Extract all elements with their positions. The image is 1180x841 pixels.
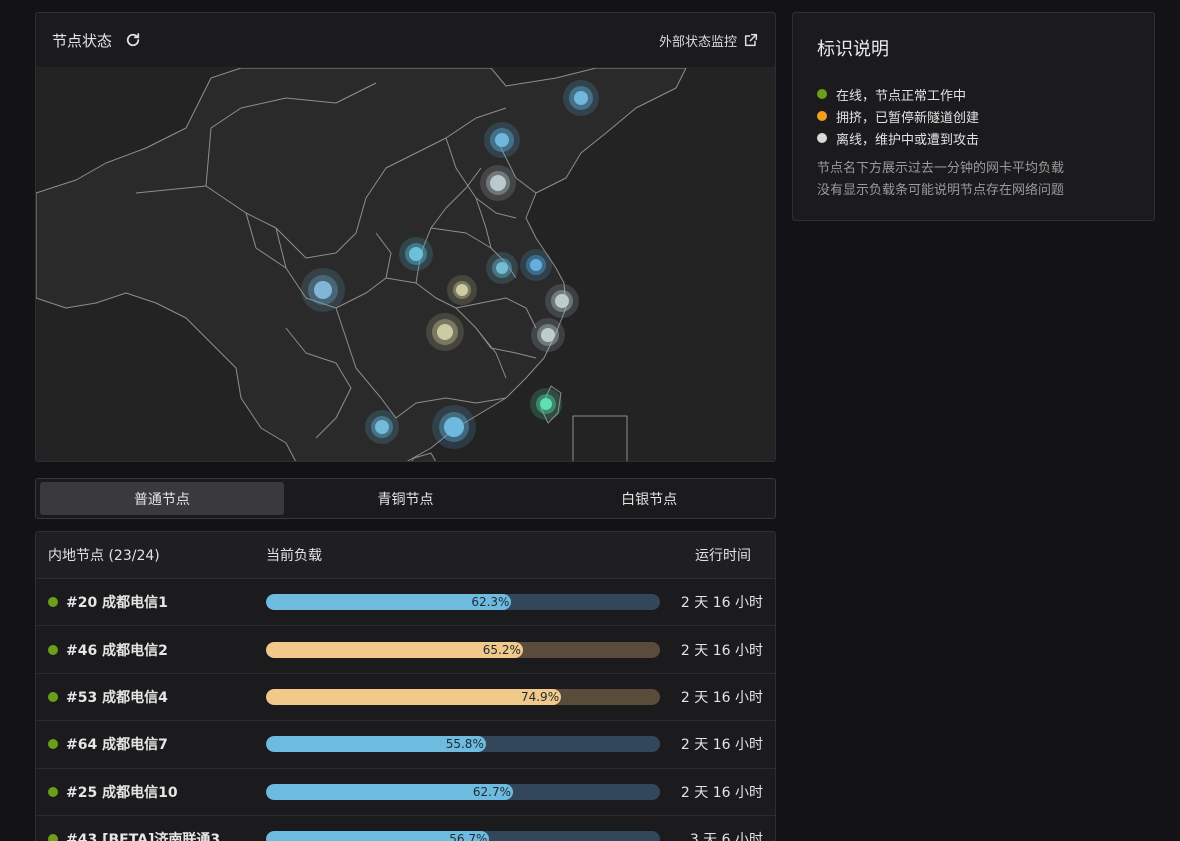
uptime-cell: 2 天 16 小时	[680, 642, 763, 659]
load-bar-fill	[266, 688, 562, 705]
status-dot-icon	[48, 834, 58, 841]
node-status-panel: 节点状态 外部状态监控	[35, 12, 776, 462]
load-value: 65.2%	[482, 642, 521, 657]
load-cell: 62.7%	[254, 783, 660, 800]
offline-dot-icon	[817, 133, 827, 143]
load-cell: 74.9%	[254, 688, 660, 705]
load-bar: 62.3%	[266, 594, 660, 611]
legend-title: 标识说明	[817, 39, 889, 60]
load-bar: 74.9%	[266, 688, 660, 705]
congested-dot-icon	[817, 111, 827, 121]
node-name: #53 成都电信4	[66, 689, 168, 706]
load-bar: 56.7%	[266, 831, 660, 841]
node-name: #46 成都电信2	[66, 642, 168, 659]
uptime-cell: 2 天 16 小时	[680, 595, 763, 612]
load-cell: 62.3%	[254, 594, 660, 611]
legend-congested: 拥挤，已暂停新隧道创建	[817, 105, 1130, 127]
load-value: 55.8%	[445, 737, 484, 752]
status-dot-icon	[48, 691, 58, 702]
node-name-cell: #25 成都电信10	[36, 782, 254, 802]
table-row[interactable]: #53 成都电信4 74.9% 2 天 16 小时	[36, 674, 775, 722]
page: 节点状态 外部状态监控 普通节点 青铜节点 白银节点 内地节点 (23/24) …	[0, 0, 1180, 841]
node-name: #64 成都电信7	[66, 737, 168, 754]
status-dot-icon	[48, 597, 58, 608]
tab-bronze-nodes[interactable]: 青铜节点	[284, 482, 528, 515]
legend-offline: 离线，维护中或遭到攻击	[817, 127, 1130, 149]
legend-note: 节点名下方展示过去一分钟的网卡平均负载	[817, 161, 1065, 176]
legend-panel: 标识说明 在线，节点正常工作中 拥挤，已暂停新隧道创建 离线，维护中或遭到攻击 …	[792, 12, 1155, 221]
legend-congested-label: 拥挤，已暂停新隧道创建	[836, 110, 980, 126]
legend-note: 没有显示负载条可能说明节点存在网络问题	[817, 183, 1065, 198]
map-title: 节点状态	[52, 31, 113, 50]
legend-offline-label: 离线，维护中或遭到攻击	[836, 132, 980, 148]
load-value: 62.3%	[471, 595, 510, 610]
load-value: 56.7%	[449, 832, 488, 841]
node-name-cell: #53 成都电信4	[36, 687, 254, 707]
china-map[interactable]	[36, 68, 775, 461]
node-name: #43 [BETA]济南联通3	[66, 832, 221, 841]
load-cell: 55.8%	[254, 736, 660, 753]
refresh-icon[interactable]	[124, 31, 142, 49]
table-row[interactable]: #25 成都电信10 62.7% 2 天 16 小时	[36, 769, 775, 816]
uptime-cell: 2 天 16 小时	[680, 689, 763, 706]
node-name-cell: #43 [BETA]济南联通3	[36, 829, 254, 841]
status-dot-icon	[48, 644, 58, 655]
load-bar: 65.2%	[266, 641, 660, 658]
table-body: #20 成都电信1 62.3% 2 天 16 小时 #46 成都电信2 65.2% 2 天…	[36, 579, 775, 841]
legend-online: 在线，节点正常工作中	[817, 83, 1130, 105]
load-cell: 65.2%	[254, 641, 660, 658]
load-value: 62.7%	[472, 784, 512, 799]
external-monitor-link[interactable]: 外部状态监控	[659, 31, 759, 50]
node-table: 内地节点 (23/24) 当前负载 运行时间 #20 成都电信1 62.3% 2 天…	[35, 531, 776, 841]
load-bar: 62.7%	[266, 783, 660, 800]
status-dot-icon	[48, 786, 58, 797]
external-monitor-label: 外部状态监控	[658, 34, 737, 50]
node-tier-tabs: 普通节点 青铜节点 白银节点	[35, 478, 776, 519]
header-uptime: 运行时间	[695, 548, 751, 564]
load-bar: 55.8%	[266, 736, 660, 753]
uptime-cell: 3 天 6 小时	[689, 832, 763, 841]
legend-online-label: 在线，节点正常工作中	[836, 88, 967, 104]
node-name-cell: #46 成都电信2	[36, 640, 254, 660]
table-row[interactable]: #43 [BETA]济南联通3 56.7% 3 天 6 小时	[36, 816, 775, 841]
table-row[interactable]: #46 成都电信2 65.2% 2 天 16 小时	[36, 626, 775, 674]
legend-notes: 节点名下方展示过去一分钟的网卡平均负载 没有显示负载条可能说明节点存在网络问题	[817, 158, 1130, 202]
uptime-cell: 2 天 16 小时	[680, 784, 763, 801]
uptime-cell: 2 天 16 小时	[680, 737, 763, 754]
table-row[interactable]: #64 成都电信7 55.8% 2 天 16 小时	[36, 721, 775, 769]
node-name-cell: #64 成都电信7	[36, 734, 254, 754]
map-svg	[36, 68, 687, 461]
load-cell: 56.7%	[254, 831, 660, 841]
map-title-wrap: 节点状态	[52, 30, 142, 51]
header-name: 内地节点 (23/24)	[48, 548, 160, 564]
node-name: #25 成都电信10	[66, 784, 178, 801]
map-header: 节点状态 外部状态监控	[36, 13, 775, 68]
tab-silver-nodes[interactable]: 白银节点	[527, 482, 771, 515]
load-value: 74.9%	[520, 689, 560, 704]
table-row[interactable]: #20 成都电信1 62.3% 2 天 16 小时	[36, 579, 775, 627]
tab-normal-nodes[interactable]: 普通节点	[40, 482, 284, 515]
online-dot-icon	[817, 89, 827, 99]
header-load: 当前负载	[266, 548, 322, 564]
status-dot-icon	[48, 739, 58, 750]
node-name: #20 成都电信1	[66, 595, 168, 612]
external-link-icon	[743, 32, 759, 48]
node-name-cell: #20 成都电信1	[36, 592, 254, 612]
table-header: 内地节点 (23/24) 当前负载 运行时间	[36, 532, 775, 579]
